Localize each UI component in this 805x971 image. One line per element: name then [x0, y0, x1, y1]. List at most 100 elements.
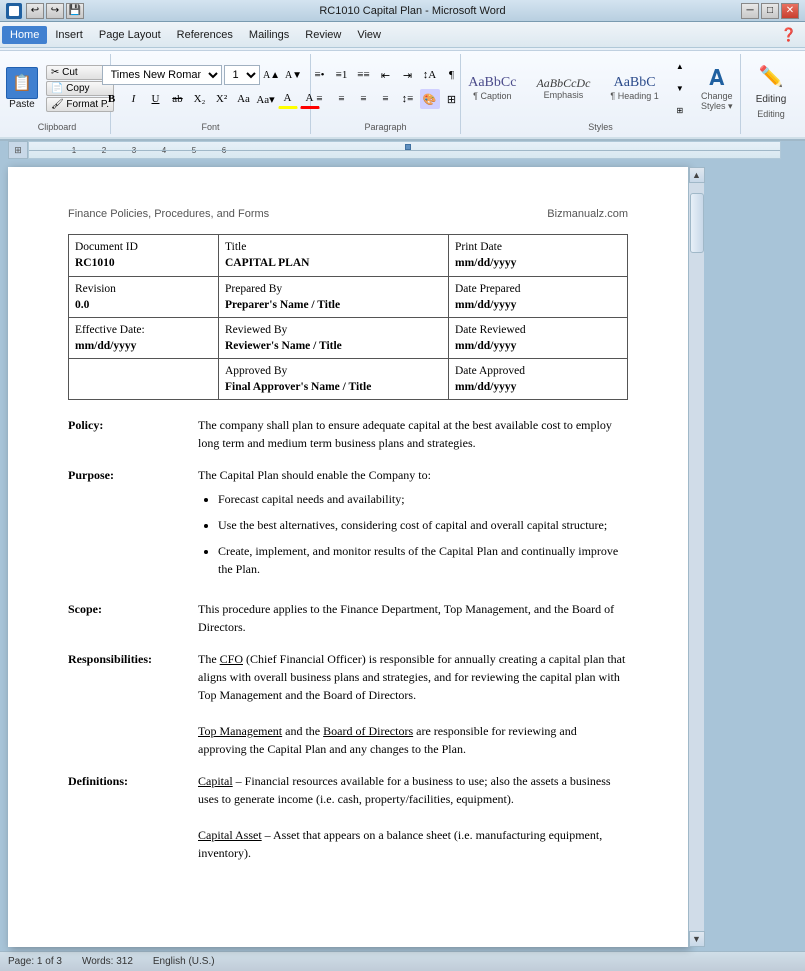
- board-of-directors-link: Board of Directors: [323, 724, 413, 738]
- ruler-row: ⊞ 1 2 3 4 5 6: [8, 141, 797, 163]
- style-heading1-preview: AaBbC: [614, 75, 656, 92]
- paste-button[interactable]: 📋 Paste: [0, 65, 44, 112]
- styles-scroll-up[interactable]: ▲: [670, 56, 690, 76]
- menu-item-references[interactable]: References: [169, 26, 241, 44]
- change-case-button[interactable]: Aa▾: [256, 89, 276, 109]
- purpose-list: Forecast capital needs and availability;…: [218, 490, 628, 578]
- horizontal-ruler: 1 2 3 4 5 6: [28, 141, 781, 159]
- app-icon: [6, 3, 22, 19]
- help-icon[interactable]: ❓: [779, 25, 799, 45]
- purpose-label: Purpose:: [68, 466, 198, 586]
- definitions-label: Definitions:: [68, 772, 198, 862]
- capital-term: Capital: [198, 774, 233, 788]
- menu-item-view[interactable]: View: [349, 26, 389, 44]
- definition-capital: Capital – Financial resources available …: [198, 772, 628, 808]
- editing-button[interactable]: ✏️ Editing: [749, 56, 793, 107]
- style-emphasis[interactable]: AaBbCcDc Emphasis: [527, 73, 599, 103]
- document-area: Finance Policies, Procedures, and Forms …: [0, 163, 805, 951]
- paste-label: Paste: [9, 99, 35, 110]
- subscript-button[interactable]: X₂: [190, 89, 210, 109]
- justify-button[interactable]: ≡: [376, 89, 396, 109]
- responsibilities-content: The CFO (Chief Financial Officer) is res…: [198, 650, 628, 758]
- change-styles-button[interactable]: 𝐀 ChangeStyles ▾: [692, 62, 742, 115]
- quick-access-save[interactable]: 💾: [66, 3, 84, 19]
- paragraph-label: Paragraph: [364, 122, 406, 132]
- maximize-button[interactable]: □: [761, 3, 779, 19]
- approved-by-cell: Approved By Final Approver's Name / Titl…: [219, 358, 449, 399]
- table-row: Approved By Final Approver's Name / Titl…: [69, 358, 628, 399]
- quick-access-undo[interactable]: ↩: [26, 3, 44, 19]
- align-left-button[interactable]: ≡: [310, 89, 330, 109]
- bullets-button[interactable]: ≡•: [310, 65, 330, 85]
- vertical-scrollbar: ▲ ▼: [688, 167, 704, 947]
- minimize-button[interactable]: ─: [741, 3, 759, 19]
- align-right-button[interactable]: ≡: [354, 89, 374, 109]
- superscript-button[interactable]: X²: [212, 89, 232, 109]
- ruler-tab-marker: [405, 144, 411, 150]
- close-button[interactable]: ✕: [781, 3, 799, 19]
- responsibilities-section: Responsibilities: The CFO (Chief Financi…: [68, 650, 628, 758]
- menu-item-home[interactable]: Home: [2, 26, 47, 44]
- scroll-down-button[interactable]: ▼: [689, 931, 705, 947]
- align-center-button[interactable]: ≡: [332, 89, 352, 109]
- shading-button[interactable]: 🎨: [420, 89, 440, 109]
- underline-button[interactable]: U: [146, 89, 166, 109]
- change-styles-label: ChangeStyles ▾: [701, 91, 733, 112]
- style-emphasis-label: Emphasis: [544, 90, 584, 100]
- title-bar: ↩ ↪ 💾 RC1010 Capital Plan - Microsoft Wo…: [0, 0, 805, 22]
- page-info: Page: 1 of 3: [8, 956, 62, 967]
- document-page: Finance Policies, Procedures, and Forms …: [8, 167, 688, 947]
- font-row-2: B I U ab X₂ X² Aa Aa▾ A A: [102, 89, 320, 109]
- font-size-select[interactable]: 12: [224, 65, 260, 85]
- font-family-select[interactable]: Times New Roman: [102, 65, 222, 85]
- italic-button[interactable]: I: [124, 89, 144, 109]
- shrink-font-button[interactable]: A▼: [284, 65, 304, 85]
- ribbon-group-font: Times New Roman 12 A▲ A▼ B I U ab X₂ X² …: [111, 54, 311, 134]
- capital-asset-term: Capital Asset: [198, 828, 262, 842]
- ribbon-group-styles: AaBbCc ¶ Caption AaBbCcDc Emphasis AaBbC…: [461, 54, 741, 134]
- increase-indent-button[interactable]: ⇥: [398, 65, 418, 85]
- ribbon-content: 📋 Paste ✂ Cut 📄 Copy 🖌 Format P. Clipboa…: [0, 50, 805, 137]
- scope-section: Scope: This procedure applies to the Fin…: [68, 600, 628, 636]
- date-reviewed-value: mm/dd/yyyy: [455, 340, 516, 352]
- multilevel-button[interactable]: ≡≡: [354, 65, 374, 85]
- date-approved-value: mm/dd/yyyy: [455, 381, 516, 393]
- prepared-by-cell: Prepared By Preparer's Name / Title: [219, 276, 449, 317]
- menu-item-mailings[interactable]: Mailings: [241, 26, 297, 44]
- clipboard-label: Clipboard: [38, 122, 77, 132]
- clear-format-button[interactable]: Aa: [234, 89, 254, 109]
- quick-access-redo[interactable]: ↪: [46, 3, 64, 19]
- prepared-by-value: Preparer's Name / Title: [225, 299, 340, 311]
- line-spacing-button[interactable]: ↕≡: [398, 89, 418, 109]
- clipboard-content: 📋 Paste ✂ Cut 📄 Copy 🖌 Format P.: [0, 56, 114, 120]
- revision-label: Revision: [75, 283, 116, 295]
- reviewed-by-value: Reviewer's Name / Title: [225, 340, 342, 352]
- bold-button[interactable]: B: [102, 89, 122, 109]
- numbering-button[interactable]: ≡1: [332, 65, 352, 85]
- menu-item-insert[interactable]: Insert: [47, 26, 91, 44]
- menu-bar: Home Insert Page Layout References Maili…: [0, 22, 805, 48]
- styles-more[interactable]: ⊞: [670, 100, 690, 120]
- title-label: Title: [225, 241, 246, 253]
- style-caption[interactable]: AaBbCc ¶ Caption: [459, 72, 525, 105]
- menu-item-review[interactable]: Review: [297, 26, 349, 44]
- para-row-2: ≡ ≡ ≡ ≡ ↕≡ 🎨 ⊞: [310, 89, 462, 109]
- responsibilities-label: Responsibilities:: [68, 650, 198, 758]
- ribbon-group-editing: ✏️ Editing Editing: [741, 54, 801, 134]
- page-header: Finance Policies, Procedures, and Forms …: [68, 207, 628, 222]
- date-approved-label: Date Approved: [455, 365, 525, 377]
- style-heading1[interactable]: AaBbC ¶ Heading 1: [601, 72, 667, 105]
- strikethrough-button[interactable]: ab: [168, 89, 188, 109]
- responsibilities-para1: The CFO (Chief Financial Officer) is res…: [198, 650, 628, 704]
- scroll-up-button[interactable]: ▲: [689, 167, 705, 183]
- decrease-indent-button[interactable]: ⇤: [376, 65, 396, 85]
- style-caption-preview: AaBbCc: [468, 75, 516, 92]
- menu-item-pagelayout[interactable]: Page Layout: [91, 26, 169, 44]
- text-highlight-button[interactable]: A: [278, 89, 298, 109]
- definitions-content: Capital – Financial resources available …: [198, 772, 628, 862]
- styles-scroll-down[interactable]: ▼: [670, 78, 690, 98]
- grow-font-button[interactable]: A▲: [262, 65, 282, 85]
- print-date-cell: Print Date mm/dd/yyyy: [449, 235, 628, 276]
- scroll-thumb[interactable]: [690, 193, 704, 253]
- sort-button[interactable]: ↕A: [420, 65, 440, 85]
